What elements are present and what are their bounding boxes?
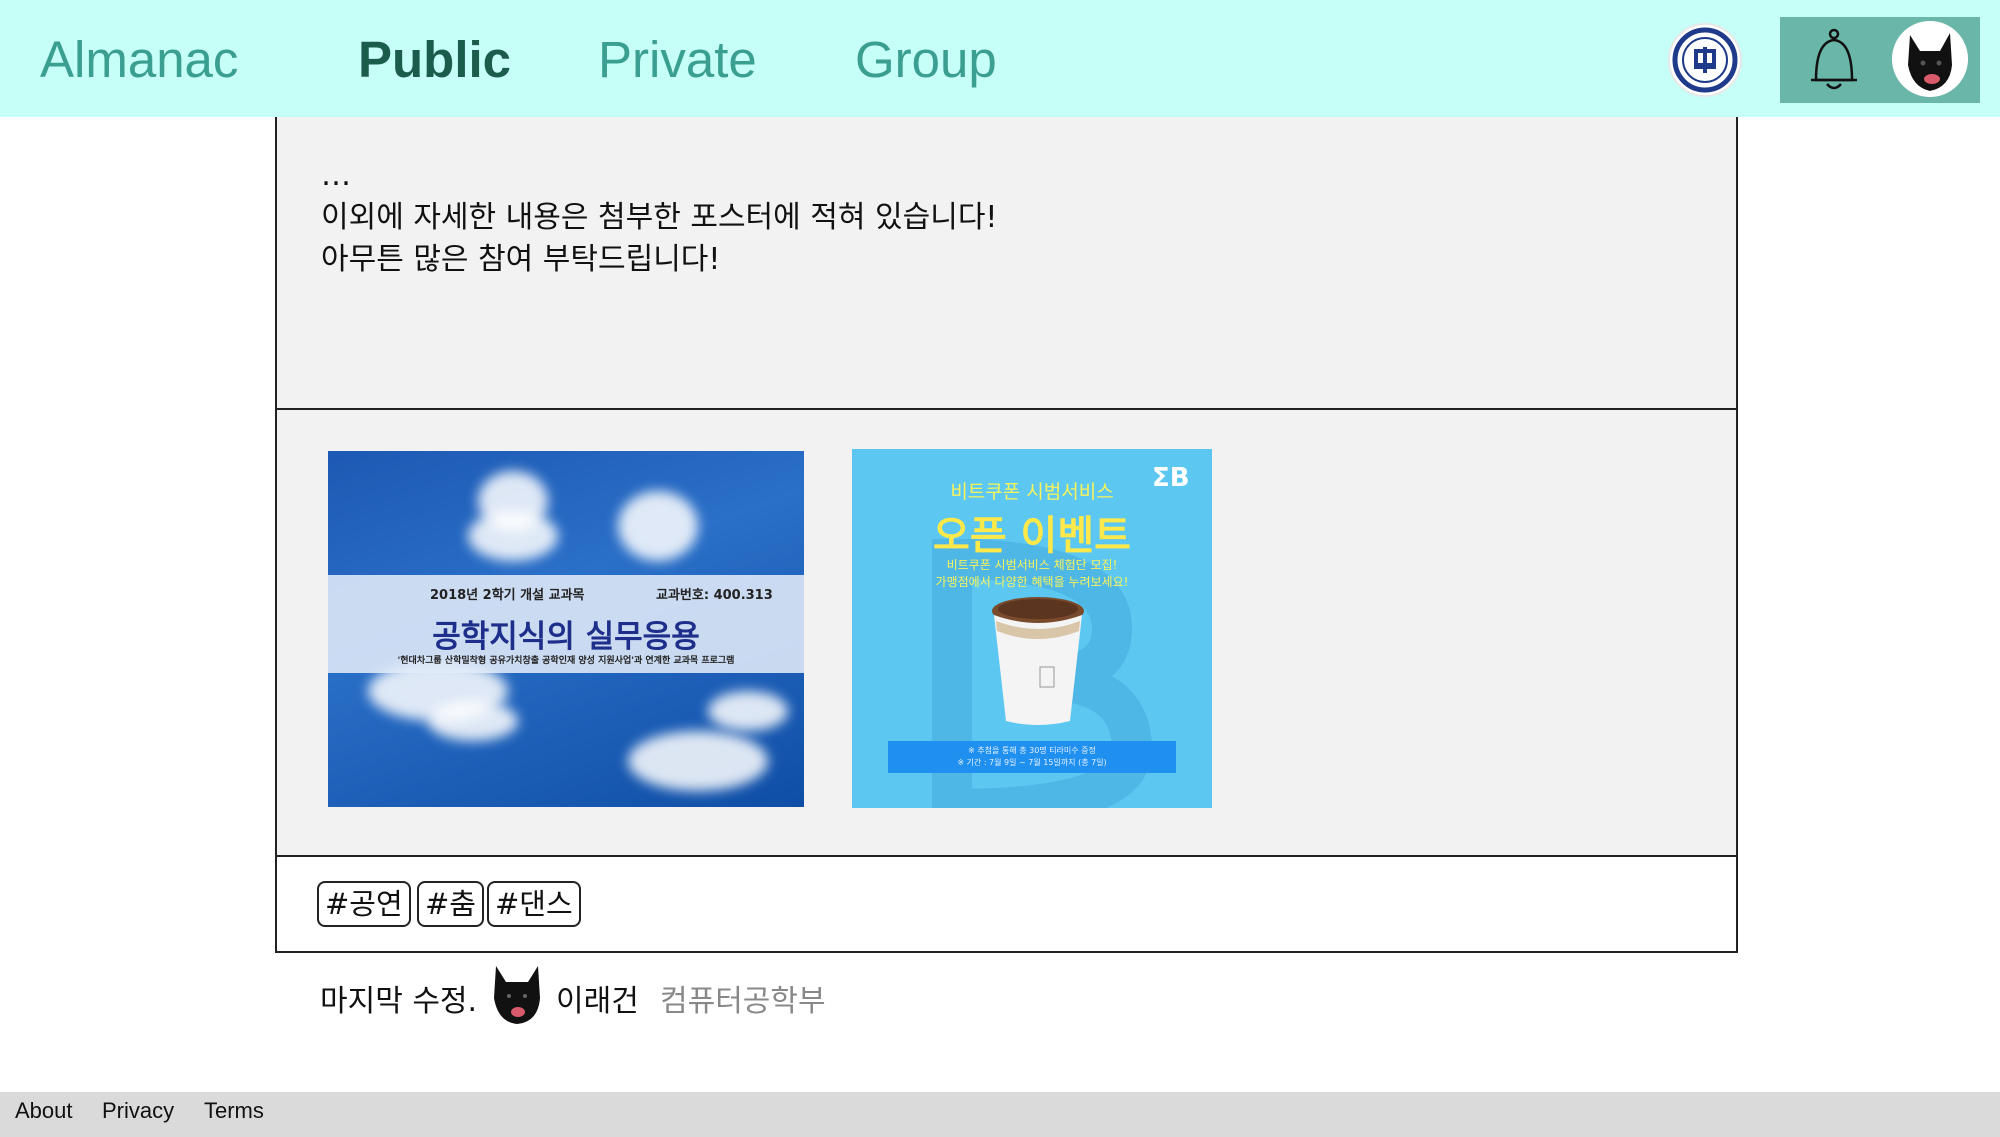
- bell-icon[interactable]: [1808, 28, 1860, 94]
- tag-chip[interactable]: #공연: [317, 881, 411, 927]
- tab-public[interactable]: Public: [358, 30, 511, 89]
- avatar[interactable]: [1892, 21, 1968, 97]
- tag-chip[interactable]: #춤: [417, 881, 484, 927]
- poster-event-info-strip: ※ 추첨을 통해 총 30명 티라미수 증정 ※ 기간 : 7월 9일 ~ 7월…: [888, 741, 1176, 773]
- university-logo-icon[interactable]: [1668, 23, 1742, 97]
- poster-course-subtitle: '현대차그룹 산학밀착형 공유가치창출 공학인재 양성 지원사업'과 연계한 교…: [397, 656, 735, 666]
- post-card: … 이외에 자세한 내용은 첨부한 포스터에 적혀 있습니다! 아무튼 많은 참…: [275, 117, 1738, 953]
- attachment-poster-course[interactable]: 2018년 2학기 개설 교과목 교과번호: 400.313 공학지식의 실무응…: [328, 451, 804, 807]
- footer-link-privacy[interactable]: Privacy: [102, 1098, 174, 1124]
- poster-course-title: 공학지식의 실무응용: [432, 619, 700, 655]
- tab-group[interactable]: Group: [855, 30, 997, 89]
- post-body: … 이외에 자세한 내용은 첨부한 포스터에 적혀 있습니다! 아무튼 많은 참…: [321, 158, 998, 277]
- attachment-poster-event[interactable]: ΣB 비트쿠폰 시범서비스 오픈 이벤트 비트쿠폰 시범서비스 체험단 모집! …: [852, 449, 1212, 808]
- footer-bar: About Privacy Terms: [0, 1092, 2000, 1137]
- coffee-cup-icon: [990, 597, 1086, 727]
- poster-event-small-title: 비트쿠폰 시범서비스: [950, 481, 1114, 503]
- footer-link-about[interactable]: About: [15, 1098, 73, 1124]
- top-navbar: Almanac Public Private Group: [0, 0, 2000, 117]
- poster-event-title: 오픈 이벤트: [933, 513, 1131, 559]
- tag-list: #공연 #춤 #댄스: [277, 857, 1736, 951]
- poster-course-term: 2018년 2학기 개설 교과목: [430, 588, 585, 603]
- brand-logo[interactable]: Almanac: [40, 30, 238, 89]
- tab-private[interactable]: Private: [598, 30, 757, 89]
- last-edited-label: 마지막 수정.: [320, 984, 478, 1019]
- poster-course-code: 교과번호: 400.313: [656, 588, 773, 603]
- author-department: 컴퓨터공학부: [660, 984, 826, 1019]
- author-avatar[interactable]: [492, 964, 542, 1026]
- footer-link-terms[interactable]: Terms: [204, 1098, 264, 1124]
- author-name[interactable]: 이래건: [556, 976, 639, 1020]
- tag-chip[interactable]: #댄스: [487, 881, 581, 927]
- poster-event-desc: 비트쿠폰 시범서비스 체험단 모집! 가맹점에서 다양한 혜택을 누려보세요!: [935, 558, 1129, 589]
- divider: [277, 408, 1736, 410]
